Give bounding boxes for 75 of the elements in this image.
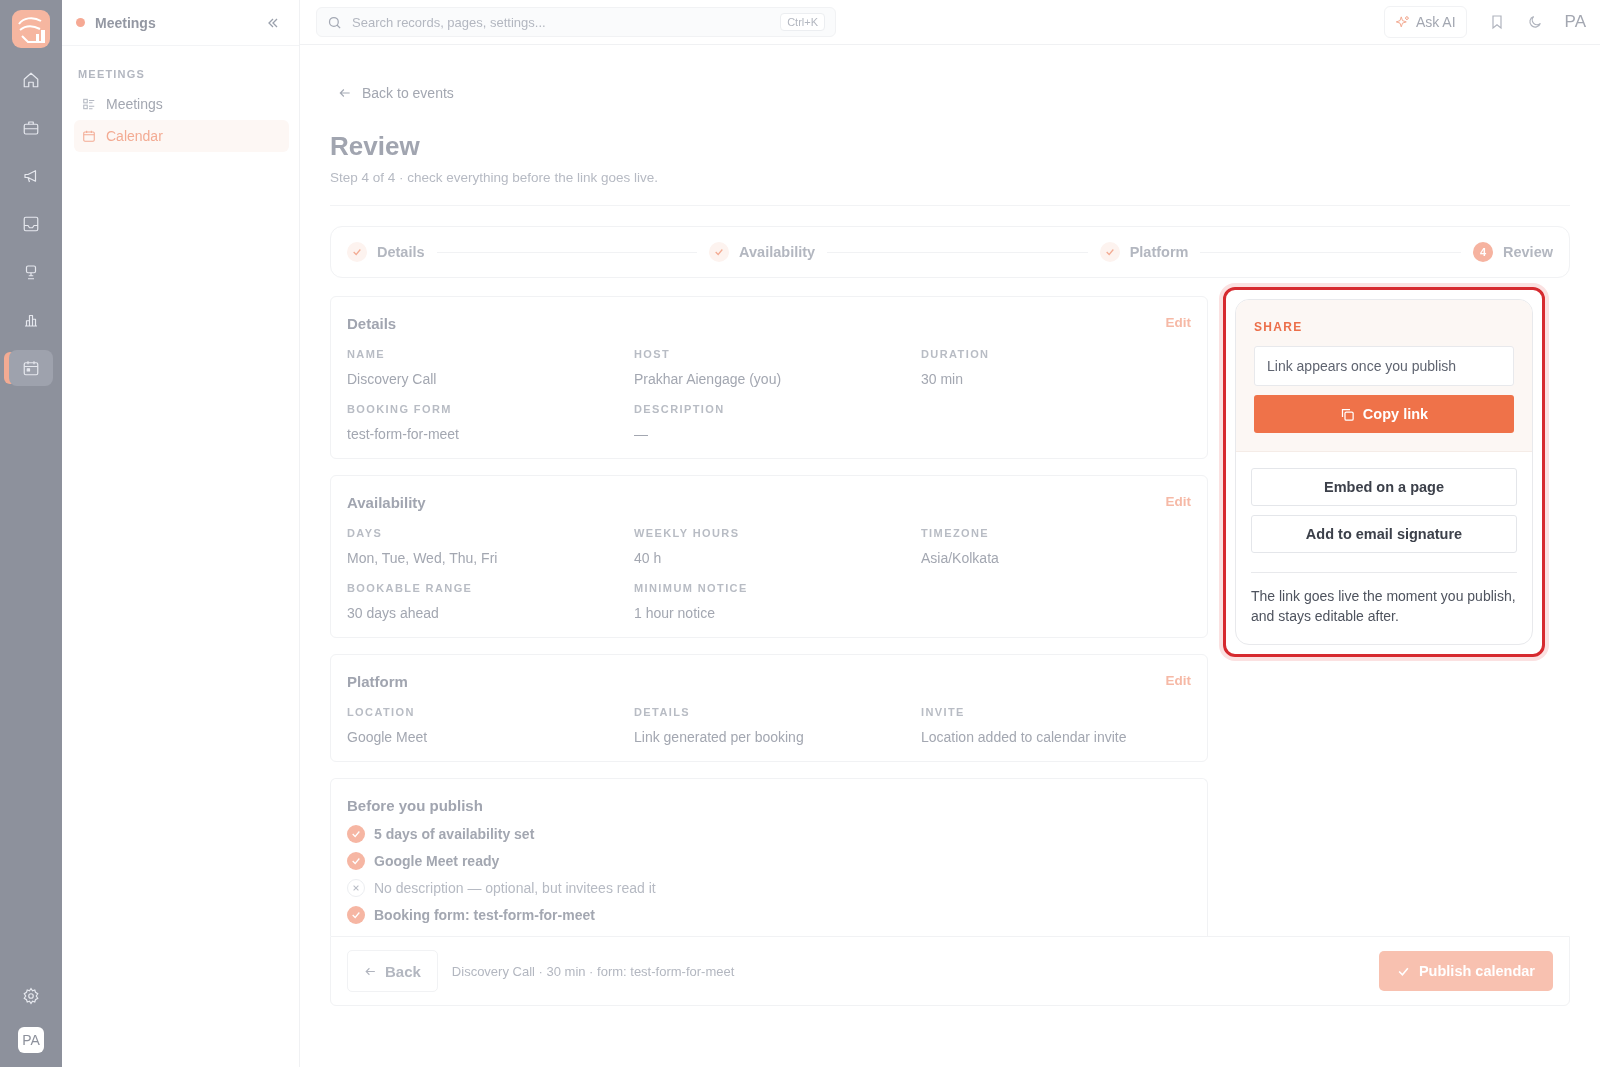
field-value: Google Meet <box>347 729 429 745</box>
field-label: WEEKLY HOURS <box>634 527 741 539</box>
user-avatar[interactable]: PA <box>18 1027 44 1053</box>
step-label[interactable]: Details <box>377 244 425 260</box>
search-input[interactable]: Search records, pages, settings... <box>350 13 773 31</box>
edit-link[interactable]: Edit <box>1165 673 1191 690</box>
status-dot <box>76 18 85 27</box>
user-avatar[interactable]: PA <box>1564 12 1586 32</box>
edit-link[interactable]: Edit <box>1165 315 1191 332</box>
summary-text: Discovery Call · 30 min · form: test-form-for-meet <box>451 963 735 979</box>
share-option-button[interactable]: Add to email signature <box>1251 515 1517 553</box>
field-value: 30 min <box>921 371 965 387</box>
field-label: TIMEZONE <box>921 527 991 539</box>
card-title: Before you publish <box>347 797 484 814</box>
sparkle-icon <box>1394 14 1410 30</box>
field-label: DESCRIPTION <box>634 403 726 415</box>
field-value: Discovery Call <box>347 371 438 387</box>
sidebar-item[interactable]: Calendar <box>74 120 289 152</box>
copy-link-button[interactable]: Copy link <box>1254 395 1514 433</box>
field-label: DETAILS <box>634 706 692 718</box>
checklist-item: 5 days of availability set <box>374 826 535 842</box>
checklist-item: Google Meet ready <box>374 853 500 869</box>
sidebar-title: Meetings <box>95 14 157 31</box>
field-value: — <box>634 426 649 442</box>
share-note: The link goes live the moment you publish, and stays editable after. <box>1251 587 1517 626</box>
field-value: 30 days ahead <box>347 605 440 621</box>
step-label[interactable]: Platform <box>1129 244 1189 260</box>
calendar-icon <box>82 129 96 143</box>
checklist-item: No description — optional, but invitees read it <box>374 880 656 896</box>
copy-icon <box>1339 406 1355 422</box>
field-label: LOCATION <box>347 706 416 718</box>
share-option-button[interactable]: Embed on a page <box>1251 468 1517 506</box>
field-value: Mon, Tue, Wed, Thu, Fri <box>347 550 499 566</box>
field-value: test-form-for-meet <box>347 426 460 442</box>
checklist-item: Booking form: test-form-for-meet <box>374 907 595 923</box>
page-subtitle: Step 4 of 4 · check everything before the link goes live. <box>330 170 659 185</box>
arrow-left-icon <box>338 86 352 100</box>
field-label: DAYS <box>347 527 384 539</box>
card-title: Availability <box>347 494 426 511</box>
list-icon <box>82 97 96 111</box>
sidebar-item[interactable]: Meetings <box>74 88 289 120</box>
step-label[interactable]: Review <box>1503 244 1553 260</box>
collapse-icon[interactable] <box>267 16 279 29</box>
field-value: Prakhar Aiengage (you) <box>634 371 783 387</box>
field-value: Location added to calendar invite <box>921 729 1128 745</box>
field-label: BOOKING FORM <box>347 403 453 415</box>
ask-ai-button[interactable]: Ask AI <box>1383 6 1467 38</box>
link-field[interactable]: Link appears once you publish <box>1254 346 1514 386</box>
step-label[interactable]: Availability <box>739 244 816 260</box>
logo-icon <box>12 10 50 48</box>
edit-link[interactable]: Edit <box>1165 494 1191 511</box>
field-label: NAME <box>347 348 386 360</box>
moon-icon[interactable] <box>1526 14 1543 30</box>
field-label: DURATION <box>921 348 991 360</box>
field-label: MINIMUM NOTICE <box>634 582 749 594</box>
field-value: Link generated per booking <box>634 729 805 745</box>
field-value: 1 hour notice <box>634 605 716 621</box>
back-link[interactable]: Back to events <box>338 85 1570 101</box>
shortcut-hint: Ctrl+K <box>780 13 825 31</box>
field-label: HOST <box>634 348 672 360</box>
settings-icon[interactable] <box>22 987 40 1005</box>
search-field[interactable]: Search records, pages, settings... Ctrl+K <box>316 7 836 37</box>
field-label: BOOKABLE RANGE <box>347 582 474 594</box>
card-title: Platform <box>347 673 408 690</box>
field-label: INVITE <box>921 706 966 718</box>
field-value: Asia/Kolkata <box>921 550 1000 566</box>
section-label: MEETINGS <box>78 68 147 80</box>
section-label: SHARE <box>1254 320 1304 334</box>
card-title: Details <box>347 315 397 332</box>
back-button[interactable]: Back <box>347 950 438 992</box>
field-value: 40 h <box>634 550 663 566</box>
search-icon <box>327 14 342 30</box>
page-title: Review <box>330 131 421 162</box>
step-number: 4 <box>1473 242 1493 262</box>
publish-button[interactable]: Publish calendar <box>1378 951 1553 991</box>
